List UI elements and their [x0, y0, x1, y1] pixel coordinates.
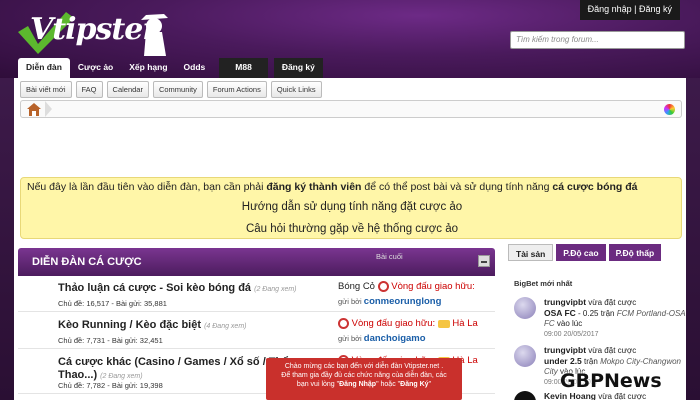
breadcrumb-separator-icon: [45, 101, 52, 117]
pointing-hand-icon: [437, 319, 450, 328]
subnav-forum-actions[interactable]: Forum Actions: [206, 81, 267, 98]
faq-link[interactable]: Câu hỏi thường gặp về hệ thống cược ảo: [21, 223, 683, 235]
forum-section-header: DIỄN ĐÀN CÁ CƯỢC Bài cuối: [18, 248, 495, 276]
avatar[interactable]: [514, 345, 536, 367]
main-nav: Diễn đàn Cược ảo Xếp hạng Odds M88 Đăng …: [18, 58, 323, 78]
subnav-community[interactable]: Community: [152, 81, 203, 98]
forum-section-title[interactable]: DIỄN ĐÀN CÁ CƯỢC: [32, 256, 142, 268]
tab-assets[interactable]: Tài sản: [508, 244, 554, 261]
target-icon: [377, 281, 389, 292]
forum-stats: Chủ đề: 7,782 - Bài gửi: 19,398: [58, 381, 163, 390]
notice-middle: để có thể post bài và sử dụng tính năng: [361, 181, 553, 193]
avatar[interactable]: [514, 391, 536, 400]
welcome-notice: Nếu đây là lần đầu tiên vào diễn đàn, bạ…: [20, 177, 682, 239]
notice-register-link[interactable]: đăng ký thành viên: [266, 181, 361, 193]
notice-text: Nếu đây là lần đầu tiên vào diễn đàn, bạ…: [27, 181, 637, 193]
subnav-faq[interactable]: FAQ: [75, 81, 103, 98]
toast-login-link[interactable]: Đăng Nhập: [339, 381, 376, 388]
last-post[interactable]: Bóng Cỏ Vòng đấu giao hữu:: [338, 281, 475, 292]
tab-low-form[interactable]: P.Độ thấp: [608, 244, 662, 261]
watermark: GBPNews: [560, 370, 662, 392]
guide-link[interactable]: Hướng dẫn sử dụng tính năng đặt cược ảo: [21, 201, 683, 213]
bigbet-user[interactable]: Kevin Hoang: [544, 391, 596, 400]
search-input[interactable]: Tìm kiếm trong forum...: [510, 31, 685, 49]
bigbet-user[interactable]: trungvipbt: [544, 297, 586, 307]
tab-ranking[interactable]: Xếp hạng: [121, 58, 175, 78]
tab-forum[interactable]: Diễn đàn: [18, 58, 70, 78]
right-tabs: Tài sản P.Độ cao P.Độ thấp: [508, 244, 662, 261]
tab-register[interactable]: Đăng ký: [273, 58, 323, 78]
home-icon[interactable]: [27, 103, 41, 116]
forum-stats: Chủ đề: 16,517 - Bài gửi: 35,881: [58, 299, 167, 308]
forum-stats: Chủ đề: 7,731 - Bài gửi: 32,451: [58, 336, 163, 345]
last-post-header: Bài cuối: [376, 252, 403, 261]
bigbet-user[interactable]: trungvipbt: [544, 345, 586, 355]
subnav-calendar[interactable]: Calendar: [106, 81, 149, 98]
target-icon: [338, 318, 349, 329]
bigbet-heading: BigBet mới nhất: [514, 279, 573, 288]
avatar[interactable]: [514, 297, 536, 319]
last-post[interactable]: Vòng đấu giao hữu: Hà La: [338, 318, 478, 329]
register-link[interactable]: Đăng ký: [639, 4, 672, 14]
notice-prefix: Nếu đây là lần đầu tiên vào diễn đàn, bạ…: [27, 181, 267, 193]
last-post-author[interactable]: gửi bởi danchoigamo: [338, 333, 426, 344]
notice-betting-link[interactable]: cá cược bóng đá: [552, 181, 637, 193]
bigbet-text: trungvipbt vừa đặt cược OSA FC - 0.25 tr…: [544, 297, 686, 338]
subnav-new-posts[interactable]: Bài viết mới: [20, 81, 72, 98]
site-header: Vtipster Đăng nhập | Đăng ký Tìm kiếm tr…: [0, 0, 700, 78]
color-picker-icon[interactable]: [664, 104, 675, 115]
login-bar: Đăng nhập | Đăng ký: [579, 0, 680, 20]
forum-row: Kèo Running / Kèo đặc biệt (4 Đang xem) …: [18, 313, 495, 349]
collapse-icon[interactable]: [478, 255, 490, 267]
last-post-author[interactable]: gửi bởi conmeorunglong: [338, 296, 441, 307]
tab-high-form[interactable]: P.Độ cao: [556, 244, 606, 261]
tab-virtual-bet[interactable]: Cược ảo: [70, 58, 121, 78]
forum-row: Thảo luận cá cược - Soi kèo bóng đá (2 Đ…: [18, 276, 495, 312]
forum-title[interactable]: Kèo Running / Kèo đặc biệt (4 Đang xem): [58, 319, 246, 331]
forum-title[interactable]: Thảo luận cá cược - Soi kèo bóng đá (2 Đ…: [58, 282, 297, 294]
toast-register-link[interactable]: Đăng Ký: [400, 381, 428, 388]
login-link[interactable]: Đăng nhập: [588, 4, 632, 14]
breadcrumb: [20, 100, 682, 118]
tab-m88[interactable]: M88: [219, 58, 268, 78]
sub-nav: Bài viết mới FAQ Calendar Community Foru…: [20, 81, 322, 98]
bigbet-text: Kevin Hoang vừa đặt cược: [544, 391, 647, 400]
welcome-toast[interactable]: Chào mừng các bạn đến với diễn đàn Vtips…: [266, 358, 462, 400]
subnav-quick-links[interactable]: Quick Links: [270, 81, 322, 98]
tab-odds[interactable]: Odds: [176, 58, 214, 78]
logo-text: Vtipster: [30, 12, 158, 47]
main-content: Bài viết mới FAQ Calendar Community Foru…: [14, 78, 686, 400]
